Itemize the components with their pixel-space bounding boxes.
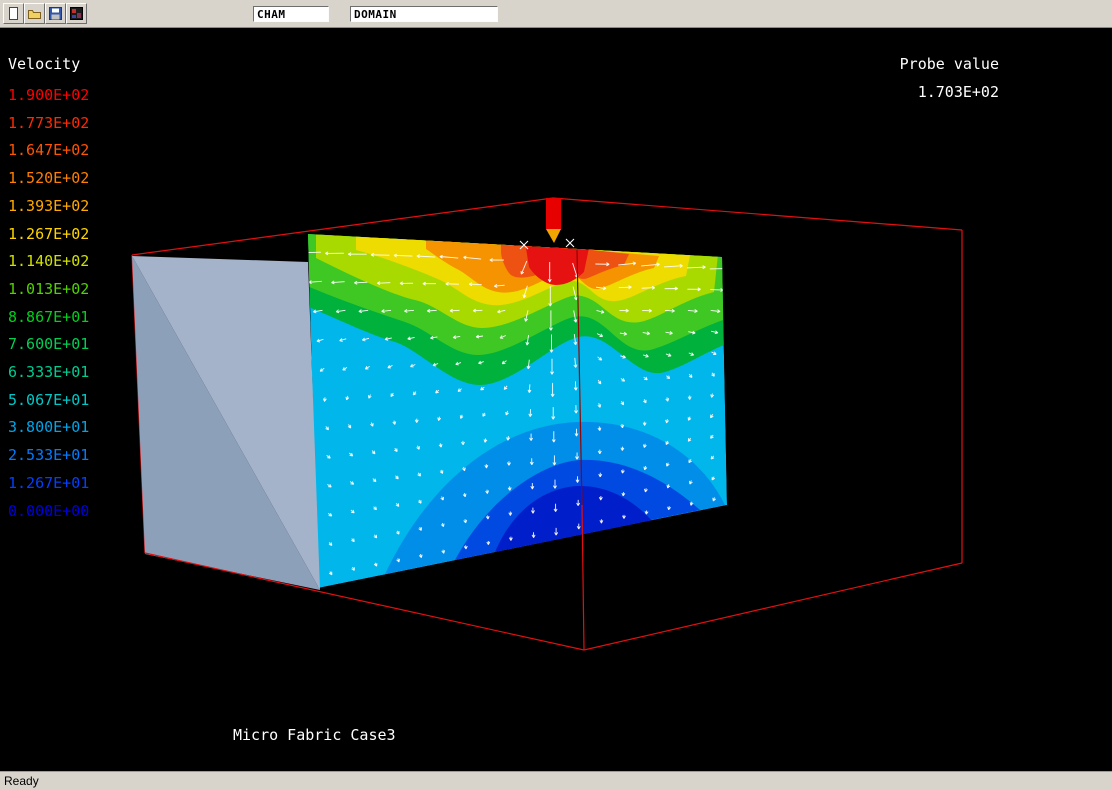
toolbar-button-new[interactable] bbox=[3, 3, 24, 24]
legend-entry: 6.333E+01 bbox=[8, 359, 89, 387]
toolbar-button-open[interactable] bbox=[24, 3, 45, 24]
legend-entry: 1.647E+02 bbox=[8, 137, 89, 165]
main-viewport: Velocity 1.900E+02 1.773E+02 1.647E+02 1… bbox=[0, 28, 1112, 771]
legend: Velocity 1.900E+02 1.773E+02 1.647E+02 1… bbox=[8, 55, 89, 525]
legend-entry: 1.140E+02 bbox=[8, 248, 89, 276]
new-file-icon bbox=[7, 7, 20, 20]
legend-entry: 1.520E+02 bbox=[8, 165, 89, 193]
toolbar bbox=[0, 0, 1112, 28]
legend-title: Velocity bbox=[8, 55, 89, 73]
toolbar-button-save[interactable] bbox=[45, 3, 66, 24]
legend-entry: 8.867E+01 bbox=[8, 304, 89, 332]
case-caption: Micro Fabric Case3 bbox=[233, 726, 396, 744]
probe-value: 1.703E+02 bbox=[900, 83, 999, 101]
legend-entry: 0.000E+00 bbox=[8, 498, 89, 526]
legend-entry: 7.600E+01 bbox=[8, 331, 89, 359]
legend-entry: 1.267E+02 bbox=[8, 221, 89, 249]
blockage-object bbox=[132, 256, 320, 590]
legend-entry: 3.800E+01 bbox=[8, 414, 89, 442]
velocity-contour-slice bbox=[306, 230, 727, 588]
probe-panel: Probe value 1.703E+02 bbox=[900, 55, 999, 101]
status-text: Ready bbox=[4, 774, 39, 788]
legend-entry: 1.393E+02 bbox=[8, 193, 89, 221]
status-bar: Ready bbox=[0, 771, 1112, 789]
toolbar-button-app[interactable] bbox=[66, 3, 87, 24]
x-mark-right bbox=[566, 239, 574, 247]
open-file-icon bbox=[28, 7, 41, 20]
probe-marker[interactable] bbox=[546, 198, 561, 243]
legend-entry: 2.533E+01 bbox=[8, 442, 89, 470]
legend-entry: 1.267E+01 bbox=[8, 470, 89, 498]
legend-entry: 1.773E+02 bbox=[8, 110, 89, 138]
save-icon bbox=[49, 7, 62, 20]
domain-name-field[interactable] bbox=[350, 6, 498, 22]
app-grid-icon bbox=[70, 7, 83, 20]
viewport-3d[interactable] bbox=[0, 28, 1112, 771]
legend-entry: 1.900E+02 bbox=[8, 82, 89, 110]
probe-tip bbox=[546, 229, 561, 243]
probe-body bbox=[546, 198, 561, 229]
case-name-field[interactable] bbox=[253, 6, 329, 22]
legend-entry: 1.013E+02 bbox=[8, 276, 89, 304]
legend-entry: 5.067E+01 bbox=[8, 387, 89, 415]
probe-label: Probe value bbox=[900, 55, 999, 73]
